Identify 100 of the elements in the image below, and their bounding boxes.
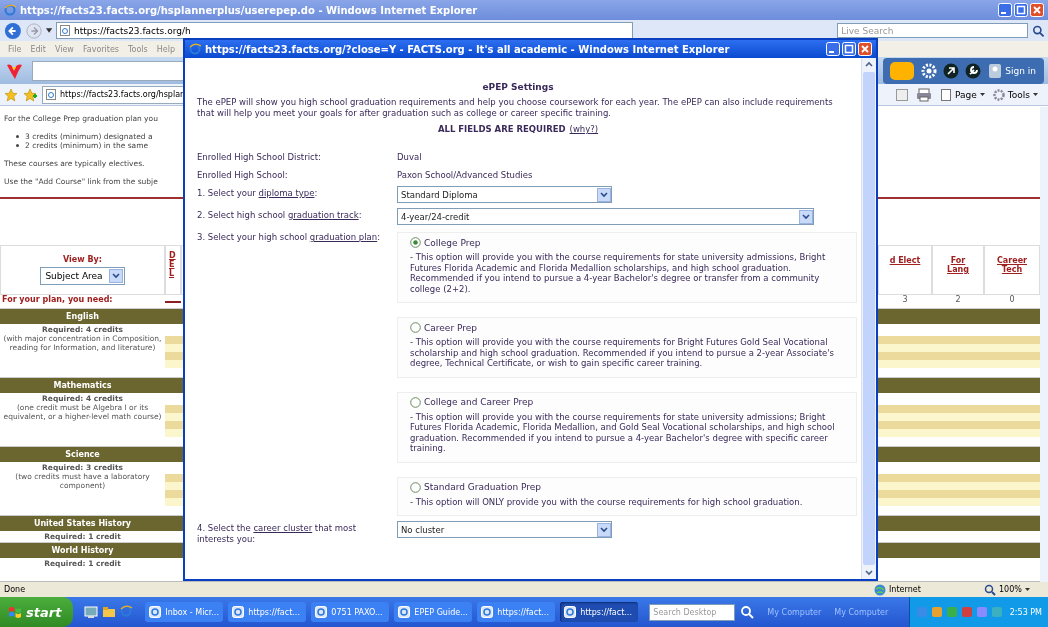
gear-icon (992, 88, 1005, 101)
table-cell-text: 0 (1008, 295, 1016, 306)
add-favorite-icon[interactable] (23, 87, 37, 102)
table-cell-text: 2 (954, 295, 962, 306)
browser-icon (189, 43, 201, 55)
address-field[interactable]: https://facts23.facts.org/h (56, 22, 634, 39)
maximize-button[interactable] (842, 42, 856, 56)
dropdown-caret-icon (597, 522, 611, 537)
radio-option[interactable]: Career Prep (410, 322, 850, 333)
question-label: 4. Select the career cluster that most interests you: (197, 523, 358, 545)
back-button[interactable] (4, 20, 22, 41)
required-notice: ALL FIELDS ARE REQUIRED (437, 124, 566, 134)
window-icon (232, 606, 245, 618)
taskbar-button[interactable]: https://fact... (228, 602, 307, 622)
question-label: 2. Select high school graduation track: (197, 210, 363, 222)
dropdown-caret-icon (799, 209, 813, 224)
option-description: - This option will provide you with the course requirements for state university admissions, Bright Futures Florida Academic and Florida Medallion scholarships, and high school graduation. Recommended if you intend to pursue a 4-year Bachelor's degree or transfer from a community college (2+2). (410, 252, 827, 294)
table-cell-text: 3 (901, 295, 909, 306)
search-icon[interactable] (1031, 23, 1044, 38)
option-description: - This option will provide you with the course requirements for Bright Futures Gold Seal Vocational scholarship and high school graduation. Recommended if you intend to pursue a 2-year Associate's degree, Technical Certificate, or wish to gain specific career training. (410, 337, 835, 369)
magnifier-icon (984, 583, 996, 596)
field-label: Enrolled High School District: (197, 152, 322, 163)
zoom-button[interactable]: 100% (984, 583, 1044, 596)
dropdown[interactable]: No cluster (397, 521, 612, 538)
taskbar-button[interactable]: 0751 PAXO... (311, 602, 390, 622)
heading: ePEP Settings (481, 82, 555, 92)
start-button[interactable]: start (0, 597, 74, 627)
taskbar-button[interactable]: https://fact... (560, 602, 639, 622)
windows-flag-icon (8, 605, 22, 619)
desktop-icon[interactable] (84, 605, 99, 619)
plan-need-label: For your plan, you need: (1, 295, 114, 306)
window-icon (315, 606, 328, 618)
column-link[interactable]: For Lang (941, 256, 975, 294)
caret-icon (1033, 93, 1038, 96)
section-header: United States History (0, 515, 165, 531)
page-menu-button[interactable]: Page (940, 88, 985, 101)
dropdown[interactable]: Standard Diploma (397, 186, 612, 203)
why-link[interactable]: (why?) (569, 124, 599, 134)
globe-icon (874, 583, 886, 596)
folder-icon[interactable] (102, 605, 117, 619)
view-by-dropdown[interactable]: Subject Area (40, 267, 125, 285)
column-link[interactable]: DEL (169, 246, 177, 294)
window-title: https://facts23.facts.org/hsplannerplus/userepep.do - Windows Internet Explorer (20, 4, 479, 16)
printer-icon[interactable] (916, 87, 933, 102)
radio-option[interactable]: Standard Graduation Prep (410, 481, 850, 493)
page-icon (60, 25, 70, 36)
status-text: Done (4, 585, 27, 594)
window-icon (481, 606, 494, 618)
section-header: English (0, 308, 165, 324)
square-icon[interactable] (889, 60, 916, 81)
dropdown-caret-icon (108, 269, 123, 283)
wrench-icon[interactable] (965, 62, 982, 79)
window-icon (149, 606, 162, 618)
section-header: Science (0, 446, 165, 462)
column-link[interactable]: Career Tech (995, 256, 1029, 294)
taskbar-button[interactable]: https://fact... (477, 602, 556, 622)
glossary-link[interactable]: career cluster (253, 523, 313, 533)
scrollbar[interactable] (1040, 107, 1048, 582)
minimize-button[interactable] (826, 42, 840, 56)
page-icon (46, 89, 56, 100)
bullet-icon (16, 135, 19, 138)
radio-option[interactable]: College Prep (410, 237, 850, 248)
dropdown-caret-icon (597, 187, 611, 202)
section-header: World History (0, 542, 165, 558)
search-field[interactable]: Live Search (837, 23, 1028, 38)
user-icon (989, 63, 1002, 78)
radio-option[interactable]: College and Career Prep (410, 396, 850, 408)
field-value: Duval (397, 152, 423, 163)
caret-icon (1024, 588, 1030, 591)
section-header: Mathematics (0, 377, 165, 393)
browser-icon[interactable] (120, 605, 135, 619)
taskbar-button[interactable]: EPEP Guide... (394, 602, 473, 622)
window-icon (398, 606, 411, 618)
question-label: 3. Select your high school graduation plan: (197, 232, 382, 244)
window-icon (564, 606, 577, 618)
dropdown[interactable]: 4-year/24-credit (397, 208, 814, 225)
scrollbar[interactable] (861, 58, 876, 579)
gear-icon[interactable] (921, 62, 938, 79)
page-icon (940, 88, 953, 101)
desktop-search-field[interactable]: Search Desktop (649, 603, 736, 621)
clock: 2:53 PM (1009, 607, 1042, 617)
option-description: - This option will ONLY provide you with the course requirements for high school graduation. (410, 496, 804, 507)
caret-icon[interactable] (45, 28, 52, 33)
sign-in-button[interactable]: Sign in (987, 63, 1038, 78)
browser-icon (4, 4, 16, 16)
feed-icon[interactable] (896, 88, 909, 101)
column-link[interactable]: d Elect (888, 256, 922, 294)
search-icon[interactable] (740, 605, 755, 619)
glossary-link[interactable]: graduation track (287, 210, 359, 220)
field-value: Paxon School/Advanced Studies (397, 170, 534, 181)
window-title: https://facts23.facts.org/?close=Y - FACTS.org - It's all academic - Windows Internet Explorer (205, 43, 731, 55)
close-button[interactable] (858, 42, 872, 56)
caret-icon (979, 93, 985, 96)
question-label: 1. Select your diploma type: (197, 188, 319, 200)
security-zone: Internet (874, 583, 984, 596)
option-description: - This option will provide you with the course requirements for state university admissions; Bright Futures Florida Academic, Florida Medallion, and Gold Seal Vocational scholarships, and high school graduation. Recommended if you intend to pursue a 4-year Bachelor's degree with specific career training. (410, 411, 836, 454)
scroll-thumb[interactable] (863, 72, 875, 565)
star-icon[interactable] (4, 87, 18, 102)
taskbar-button[interactable]: Inbox - Micr... (145, 602, 224, 622)
tools-menu-button[interactable]: Tools (992, 88, 1038, 101)
